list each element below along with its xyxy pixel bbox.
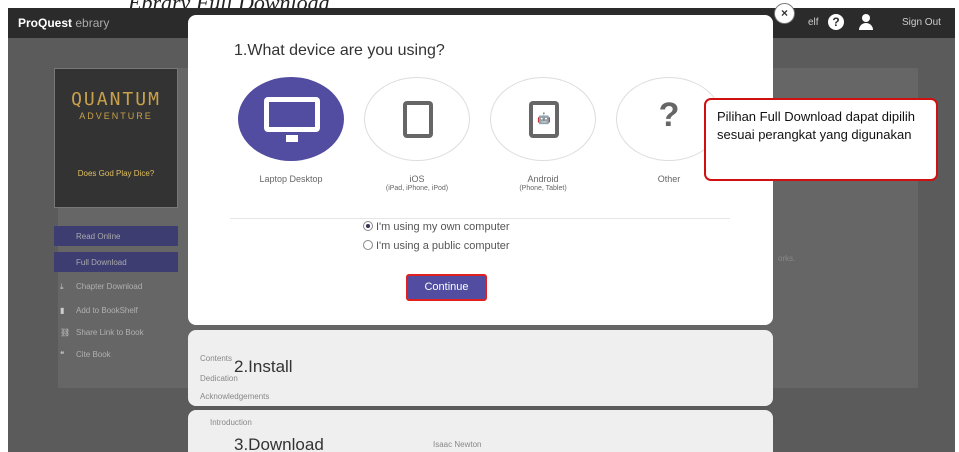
toc-introduction: Introduction xyxy=(210,418,252,427)
brand-main: ProQuest xyxy=(18,16,73,30)
book-subtitle: ADVENTURE xyxy=(79,111,153,121)
android-logo-icon: 🤖 xyxy=(533,105,555,134)
brand-logo[interactable]: ProQuest ebrary xyxy=(18,16,109,30)
device-name: Android xyxy=(527,174,559,184)
share-link-icon: ⛓ xyxy=(60,328,71,337)
radio-own-label: I'm using my own computer xyxy=(376,221,510,233)
share-link-link[interactable]: ⛓ Share Link to Book xyxy=(60,328,144,337)
device-name: iOS xyxy=(409,174,425,184)
full-download-button[interactable]: Full Download xyxy=(54,252,178,272)
monitor-icon xyxy=(264,97,320,132)
device-option-circle xyxy=(238,77,344,161)
add-to-bookshelf-label: Add to BookShelf xyxy=(76,306,138,315)
bookshelf-link[interactable]: elf xyxy=(808,17,819,28)
book-title: QUANTUM xyxy=(71,89,161,110)
cite-icon: ❝ xyxy=(60,350,65,359)
device-option-ios[interactable]: iOS (iPad, iPhone, iPod) xyxy=(364,77,470,192)
toc-newton: Isaac Newton xyxy=(433,440,482,449)
step-download-panel[interactable]: Introduction Isaac Newton 3.Download xyxy=(188,410,773,452)
cite-book-label: Cite Book xyxy=(76,350,111,359)
read-online-button[interactable]: Read Online xyxy=(54,226,178,246)
apple-logo-icon xyxy=(407,105,429,134)
annotation-callout: Pilihan Full Download dapat dipilih sesu… xyxy=(704,98,938,181)
book-cover[interactable]: QUANTUM ADVENTURE Does God Play Dice? xyxy=(54,68,178,208)
radio-own-computer[interactable]: I'm using my own computer xyxy=(363,221,510,233)
add-to-bookshelf-link[interactable]: ▮ Add to BookShelf xyxy=(60,306,138,315)
help-icon[interactable]: ? xyxy=(828,14,844,30)
continue-button[interactable]: Continue xyxy=(406,274,487,301)
full-download-label: Full Download xyxy=(76,258,127,267)
chapter-download-link[interactable]: ⤓ Chapter Download xyxy=(60,282,142,292)
radio-button-unselected[interactable] xyxy=(363,240,373,250)
step-download-title: 3.Download xyxy=(234,435,324,452)
book-tagline: Does God Play Dice? xyxy=(77,169,155,178)
background-description-text: orks. xyxy=(778,254,796,263)
toc-acknowledgements: Acknowledgements xyxy=(200,392,270,401)
radio-public-computer[interactable]: I'm using a public computer xyxy=(363,240,510,252)
close-icon[interactable]: × xyxy=(774,3,795,24)
radio-public-label: I'm using a public computer xyxy=(376,240,510,252)
read-online-label: Read Online xyxy=(76,232,121,241)
chapter-download-icon: ⤓ xyxy=(60,282,64,291)
device-detail: (Phone, Tablet) xyxy=(519,185,567,192)
modal-divider xyxy=(230,218,730,219)
device-detail: (iPad, iPhone, iPod) xyxy=(385,185,449,192)
monitor-stand-icon xyxy=(286,135,298,142)
device-option-circle: 🤖 xyxy=(490,77,596,161)
toc-dedication: Dedication xyxy=(200,374,238,383)
device-option-android[interactable]: 🤖 Android (Phone, Tablet) xyxy=(490,77,596,192)
user-icon[interactable] xyxy=(859,14,873,30)
android-tablet-icon: 🤖 xyxy=(529,101,559,138)
cite-book-link[interactable]: ❝ Cite Book xyxy=(60,350,111,359)
device-question-title: 1.What device are you using? xyxy=(234,42,445,59)
share-link-label: Share Link to Book xyxy=(76,328,144,337)
brand-sub: ebrary xyxy=(75,16,110,30)
device-option-laptop-desktop[interactable]: Laptop Desktop xyxy=(238,77,344,184)
bookshelf-add-icon: ▮ xyxy=(60,306,65,315)
radio-button-selected[interactable] xyxy=(363,221,373,231)
device-option-circle xyxy=(364,77,470,161)
step-install-panel[interactable]: Contents Dedication Acknowledgements 2.I… xyxy=(188,330,773,406)
device-name: Laptop Desktop xyxy=(259,174,323,184)
apple-tablet-icon xyxy=(403,101,433,138)
chapter-download-label: Chapter Download xyxy=(76,282,143,291)
step-install-title: 2.Install xyxy=(234,357,293,376)
sign-out-link[interactable]: Sign Out xyxy=(902,17,941,28)
toc-contents: Contents xyxy=(200,354,233,363)
